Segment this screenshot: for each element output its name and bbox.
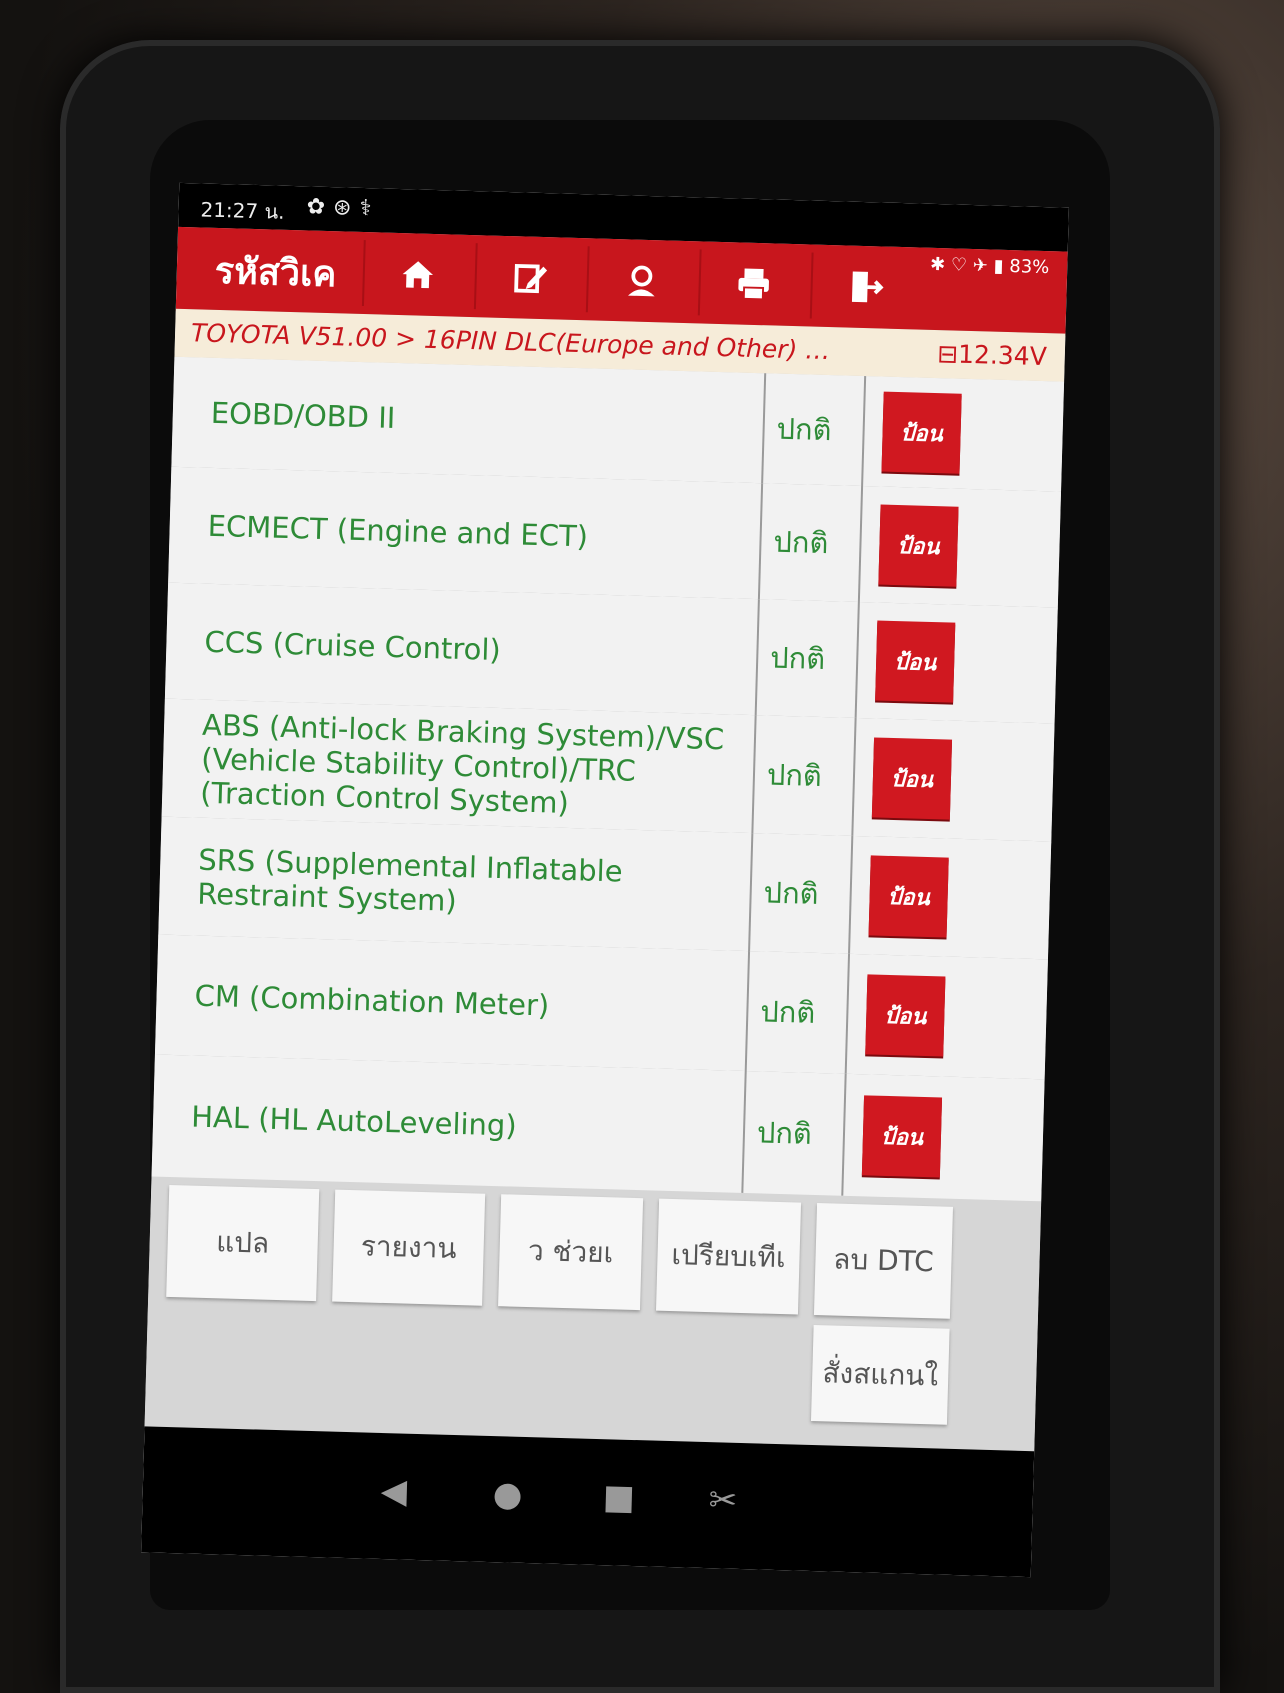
- system-status: ปกติ: [757, 483, 862, 602]
- edit-icon: [514, 263, 548, 294]
- compare-button[interactable]: เปรียบเทีเ: [655, 1198, 802, 1315]
- exit-icon: [851, 271, 884, 303]
- action-cell: ป้อน: [844, 953, 1050, 1080]
- system-name: CCS (Cruise Control): [204, 624, 502, 667]
- home-icon: [402, 261, 434, 289]
- system-status: ปกติ: [751, 715, 855, 836]
- system-status: ปกติ: [761, 373, 865, 486]
- enter-button[interactable]: ป้อน: [868, 855, 949, 938]
- stethoscope-icon: ⚕: [359, 195, 380, 222]
- bluetooth-scan-icon: ⊛: [332, 195, 360, 221]
- action-cell: ป้อน: [854, 601, 1060, 724]
- system-list[interactable]: EOBD/OBD II ปกติ ป้อน ECMECT (Engine and…: [151, 356, 1067, 1202]
- edit-button[interactable]: [473, 243, 584, 313]
- system-name: ABS (Anti-lock Braking System)/VSC (Vehi…: [199, 707, 725, 820]
- function-bar: แปล รายงาน ว ช่วยเ เปรียบเทีเ ลบ DTC สั่…: [144, 1176, 1042, 1452]
- enter-button[interactable]: ป้อน: [871, 737, 953, 820]
- system-name: SRS (Supplemental Inflatable Restraint S…: [196, 842, 624, 918]
- report-button[interactable]: รายงาน: [332, 1189, 486, 1306]
- android-nav-bar: ◀ ● ■ ✂: [141, 1426, 1035, 1578]
- back-icon[interactable]: ◀: [380, 1471, 407, 1512]
- action-cell: ป้อน: [851, 717, 1057, 842]
- system-name: HAL (HL AutoLeveling): [190, 1099, 518, 1143]
- car-battery-icon: ⊟: [936, 339, 959, 369]
- action-cell: ป้อน: [861, 376, 1067, 492]
- support-button[interactable]: [585, 246, 696, 316]
- system-status: ปกติ: [741, 1070, 845, 1196]
- enter-button[interactable]: ป้อน: [865, 974, 946, 1057]
- translate-button[interactable]: แปล: [166, 1184, 320, 1302]
- enter-button[interactable]: ป้อน: [875, 620, 956, 703]
- wifi-icon: ♡: [950, 254, 968, 276]
- help-button[interactable]: ว ช่วยเ: [498, 1194, 644, 1311]
- screenshot-icon[interactable]: ✂: [708, 1480, 738, 1521]
- recents-icon[interactable]: ■: [602, 1477, 635, 1518]
- airplane-icon: ✈: [972, 255, 989, 277]
- voltage-value: 12.34V: [957, 339, 1048, 372]
- system-name: CM (Combination Meter): [194, 978, 550, 1023]
- clear-dtc-button[interactable]: ลบ DTC: [813, 1203, 954, 1319]
- device-screen: 21:27 น. ✿⊛⚕ รหัสวิเค ✱ ♡ ✈ ▮ 83% TOYOTA…: [141, 182, 1069, 1578]
- system-name: ECMECT (Engine and ECT): [207, 508, 589, 554]
- battery-level: 83%: [1008, 256, 1050, 279]
- system-status: ปกติ: [754, 599, 858, 718]
- home-button[interactable]: [361, 240, 472, 310]
- battery-icon: ▮: [993, 255, 1004, 277]
- page-title: รหัสวิเค: [214, 250, 338, 296]
- exit-button[interactable]: [809, 252, 920, 322]
- settings-icon: ✿: [306, 194, 334, 221]
- action-cell: ป้อน: [857, 485, 1064, 608]
- home-nav-icon[interactable]: ●: [492, 1474, 523, 1515]
- right-status: ✱ ♡ ✈ ▮ 83%: [930, 254, 1050, 278]
- system-status: ปกติ: [748, 833, 852, 954]
- action-cell: ป้อน: [841, 1073, 1047, 1202]
- support-icon: [628, 265, 655, 297]
- system-status: ปกติ: [744, 951, 849, 1074]
- print-button[interactable]: [697, 249, 808, 319]
- action-cell: ป้อน: [848, 835, 1054, 960]
- enter-button[interactable]: ป้อน: [878, 504, 959, 587]
- scan-button[interactable]: สั่งสแกนใ: [810, 1324, 950, 1425]
- system-name: EOBD/OBD II: [210, 395, 396, 435]
- enter-button[interactable]: ป้อน: [861, 1095, 943, 1178]
- status-time: 21:27 น.: [200, 197, 285, 224]
- voltage-readout: ⊟12.34V: [937, 330, 1048, 381]
- system-icons: ✿⊛⚕: [306, 194, 379, 221]
- print-icon: [738, 268, 769, 301]
- bluetooth-icon: ✱: [929, 253, 946, 276]
- enter-button[interactable]: ป้อน: [881, 391, 962, 474]
